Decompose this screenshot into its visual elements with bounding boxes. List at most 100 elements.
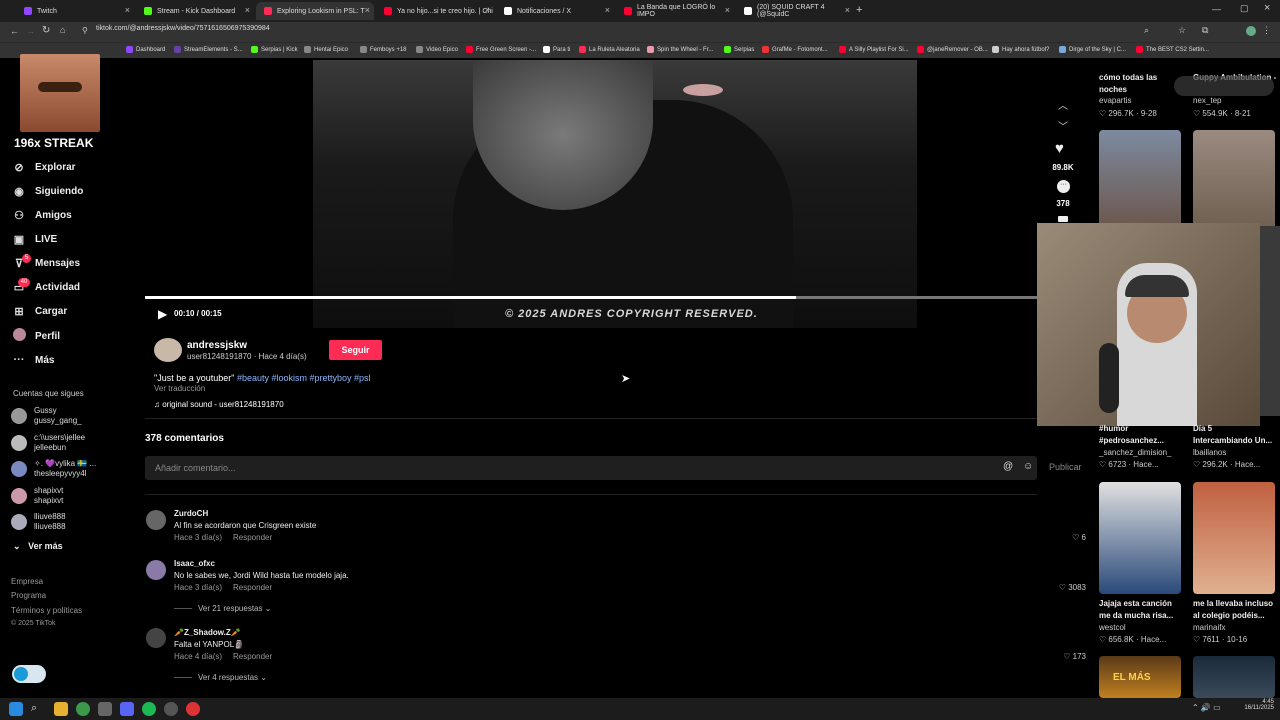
following-item[interactable]: Gussy gussy_gang_ [11,406,82,426]
grid-caption[interactable]: noches [1099,84,1185,95]
reload-icon[interactable]: ↻ [42,25,50,36]
tab-youtube-2[interactable]: La Banda que LOGRÓ lo IMPO × [616,2,734,20]
window-close-icon[interactable]: × [1264,2,1270,14]
following-item[interactable]: lliuve888 lliuve888 [11,512,66,532]
reply-button[interactable]: Responder [233,652,272,661]
grid-author[interactable]: lbaillanos [1193,448,1226,457]
tab-youtube-1[interactable]: Ya no hijo...si te creo hijo. | Chi × [376,2,494,20]
next-video-icon[interactable]: ﹀ [1058,118,1068,133]
commenter-avatar[interactable] [146,560,166,580]
translate-link[interactable]: Ver traducción [154,384,205,393]
theme-toggle[interactable] [12,665,46,683]
grid-caption[interactable]: #humor [1099,423,1185,434]
bookmark-item[interactable]: Spin the Wheel - Fr... [647,46,713,53]
grid-caption[interactable]: Intercambiando Un... [1193,435,1277,446]
comment-input[interactable]: Añadir comentario... @ ☺ [145,456,1037,480]
close-icon[interactable]: × [245,5,250,15]
commenter-avatar[interactable] [146,628,166,648]
close-icon[interactable]: × [605,5,610,15]
nav-more[interactable]: ··· Más [12,350,55,370]
bookmark-item[interactable]: Hay ahora fútbol? [992,46,1049,53]
commenter-avatar[interactable] [146,510,166,530]
bookmark-item[interactable]: Dirge of the Sky | C... [1059,46,1126,53]
grid-author[interactable]: evapartis [1099,96,1131,105]
follow-button[interactable]: Seguir [329,340,382,360]
profile-avatar-icon[interactable] [1246,26,1256,36]
comment-like[interactable]: ♡ 6 [1046,533,1086,542]
comment-like[interactable]: ♡ 173 [1046,652,1086,661]
tab-x-notifications[interactable]: Notificaciones / X × [496,2,614,20]
close-icon[interactable]: × [485,5,490,15]
author-avatar[interactable] [154,338,182,362]
bookmark-star-icon[interactable]: ☆ [1178,25,1186,36]
grid-caption[interactable]: al colegio podéis... [1193,610,1277,621]
new-tab-icon[interactable]: + [856,4,862,16]
nav-friends[interactable]: ⚇ Amigos [12,205,72,225]
bookmark-item[interactable]: StreamElements - S... [174,46,243,53]
back-icon[interactable]: ← [10,26,19,36]
site-info-icon[interactable]: ⚲ [82,26,88,35]
tab-tiktok-active[interactable]: Exploring Lookism in PSL: T × [256,2,374,20]
grid-thumbnail[interactable] [1099,482,1181,594]
comment-bubble-icon[interactable]: ··· [1057,180,1070,193]
comment-username[interactable]: Isaac_ofxc [174,559,215,568]
search-icon[interactable]: ⌕ [1144,25,1149,36]
following-item[interactable]: shapixvt shapixvt [11,486,63,506]
chrome-icon[interactable] [76,702,90,716]
grid-author[interactable]: nex_tep [1193,96,1221,105]
windows-start-icon[interactable] [9,702,23,716]
system-tray-icons[interactable]: ⌃ 🔊 ▭ [1192,703,1221,712]
mention-icon[interactable]: @ [1003,461,1013,472]
nav-upload[interactable]: ⊞ Cargar [12,301,67,321]
nav-profile[interactable]: Perfil [12,326,60,346]
grid-caption[interactable]: Jajaja esta canción [1099,598,1185,609]
bookmark-item[interactable]: Video Epico [416,46,458,53]
bookmark-item[interactable]: Femboys +18 [360,46,407,53]
video-player[interactable] [313,60,917,328]
bookmark-item[interactable]: Serpias | Kick [251,46,298,53]
grid-caption[interactable]: me la llevaba incluso [1193,598,1277,609]
see-more-button[interactable]: ⌄ Ver más [13,541,63,552]
search-icon[interactable]: ⌕ [31,702,45,716]
close-icon[interactable]: × [845,5,850,15]
bookmark-item[interactable]: GrafMe - Fotomont... [762,46,828,53]
video-progress-bar[interactable] [145,296,1037,299]
tab-x-squid[interactable]: (20) SQUID CRAFT 4 (@SquidC × [736,2,854,20]
close-icon[interactable]: × [365,5,370,15]
bookmark-item[interactable]: The BEST CS2 Settin... [1136,46,1209,53]
following-item[interactable]: ✧. 💜vylika 🇸🇪 ... thesleepyvyy4l [11,459,96,479]
discord-icon[interactable] [120,702,134,716]
footer-link[interactable]: Términos y políticas [11,606,82,615]
author-username[interactable]: andressjskw [187,340,247,351]
footer-link[interactable]: Programa [11,591,46,600]
forward-icon[interactable]: → [26,26,35,36]
obs-icon[interactable] [164,702,178,716]
bookmark-icon[interactable] [1058,216,1068,222]
grid-caption[interactable]: Día 5 [1193,423,1277,434]
url-field[interactable]: tiktok.com/@andressjskw/video/7571616506… [96,25,270,32]
bookmark-item[interactable]: La Ruleta Aleatoria [579,46,640,53]
extensions-icon[interactable]: ⧉ [1202,25,1208,36]
clock[interactable]: 4:45 16/11/2025 [1234,699,1274,711]
bookmark-item[interactable]: Serpias [724,46,754,53]
tab-twitch[interactable]: Twitch × [16,2,134,20]
tab-kick[interactable]: Stream - Kick Dashboard × [136,2,254,20]
app-icon[interactable] [186,702,200,716]
grid-author[interactable]: marinaifx [1193,623,1225,632]
grid-caption[interactable]: cómo todas las [1099,72,1185,83]
following-item[interactable]: c:\\users\jellee jelleebun [11,433,85,453]
grid-author[interactable]: westcol [1099,623,1126,632]
emoji-icon[interactable]: ☺ [1023,461,1033,472]
comment-username[interactable]: 🥕Z_Shadow.Z🥕 [174,628,241,637]
grid-caption[interactable]: me da mucha risa... [1099,610,1185,621]
reply-button[interactable]: Responder [233,583,272,592]
app-icon[interactable] [98,702,112,716]
file-explorer-icon[interactable] [54,702,68,716]
grid-caption[interactable]: #pedrosanchez... [1099,435,1185,446]
comment-like[interactable]: ♡ 3083 [1046,583,1086,592]
view-replies-button[interactable]: Ver 21 respuestas ⌄ [174,604,271,613]
reply-button[interactable]: Responder [233,533,272,542]
mini-player-controls[interactable] [1174,76,1274,96]
previous-video-icon[interactable]: ︿ [1058,97,1068,112]
grid-author[interactable]: _sanchez_dimision_ [1099,448,1172,457]
